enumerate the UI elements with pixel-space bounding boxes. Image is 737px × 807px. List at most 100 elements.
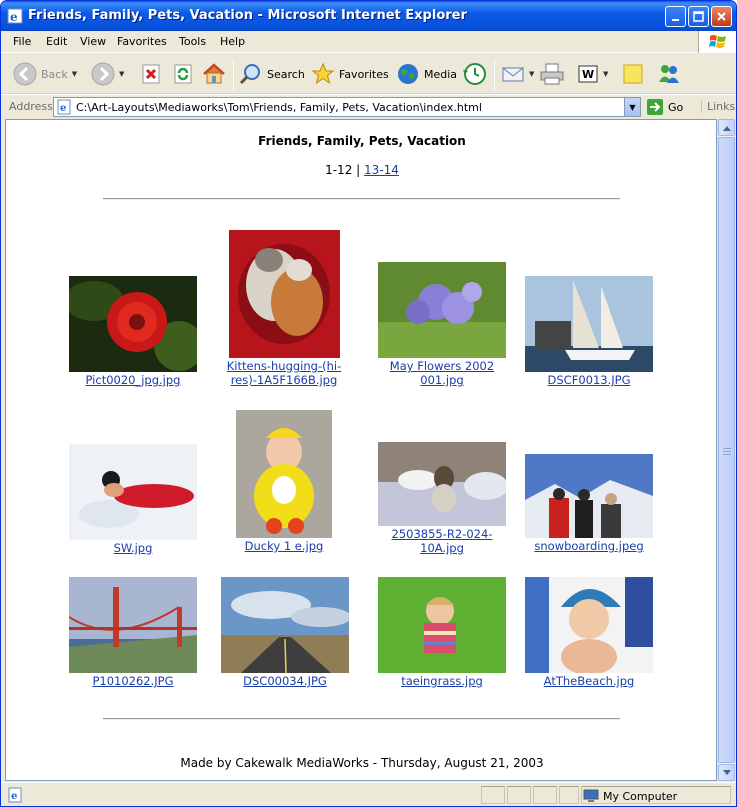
thumbnail-caption[interactable]: SW.jpg: [114, 541, 153, 555]
pager-separator: |: [356, 163, 361, 177]
edit-dropdown-icon[interactable]: ▼: [603, 70, 608, 78]
pager-current: 1-12: [325, 163, 353, 177]
forward-dropdown-icon[interactable]: ▼: [119, 70, 124, 78]
thumbnail-image[interactable]: [221, 577, 349, 673]
thumbnail-image[interactable]: [69, 276, 197, 372]
thumbnail-image[interactable]: [378, 262, 506, 358]
pagination: 1-12 | 13-14: [6, 163, 716, 177]
thumbnail-caption[interactable]: DSCF0013.JPG: [548, 373, 631, 387]
home-icon: [203, 63, 225, 84]
gallery-item: taeingrass.jpg: [372, 577, 512, 688]
thumbnail-caption[interactable]: P1010262.JPG: [92, 674, 173, 688]
forward-button[interactable]: ▼: [91, 60, 124, 88]
gallery-item: snowboarding.jpeg: [525, 454, 653, 553]
mail-dropdown-icon[interactable]: ▼: [529, 70, 534, 78]
address-input[interactable]: e C:\Art-Layouts\Mediaworks\Tom\Friends,…: [53, 97, 641, 117]
refresh-button[interactable]: [172, 60, 194, 88]
thumbnail-caption[interactable]: Ducky 1 e.jpg: [245, 539, 324, 553]
bottom-divider: [103, 718, 620, 720]
address-dropdown-icon[interactable]: ▼: [624, 98, 640, 116]
thumbnail-image[interactable]: [69, 444, 197, 540]
thumbnail-image[interactable]: [525, 454, 653, 538]
menu-view[interactable]: View: [80, 35, 106, 48]
scroll-up-arrow-icon: [722, 125, 731, 131]
gallery-item: Ducky 1 e.jpg: [228, 410, 340, 553]
thumbnail-caption[interactable]: 2503855-R2-024-10A.jpg: [372, 527, 512, 555]
scroll-up-button[interactable]: [718, 119, 735, 136]
window-title: Friends, Family, Pets, Vacation - Micros…: [28, 8, 467, 23]
word-edit-icon: W: [578, 65, 598, 83]
menu-edit[interactable]: Edit: [46, 35, 67, 48]
scroll-down-button[interactable]: [718, 764, 735, 781]
thumbnail-caption[interactable]: DSC00034.JPG: [243, 674, 327, 688]
thumbnail-caption[interactable]: May Flowers 2002 001.jpg: [372, 359, 512, 387]
thumbnail-image[interactable]: [525, 276, 653, 372]
pager-next-link[interactable]: 13-14: [364, 163, 399, 177]
grip-line: [723, 451, 731, 452]
media-button[interactable]: Media: [396, 60, 457, 88]
gallery-item: AtTheBeach.jpg: [525, 577, 653, 688]
messenger-button[interactable]: [656, 60, 682, 88]
menu-bar: File Edit View Favorites Tools Help: [1, 31, 736, 53]
ie-logo-icon: e: [7, 8, 23, 24]
edit-word-button[interactable]: W ▼: [577, 60, 608, 88]
links-toolbar[interactable]: Links: [701, 100, 735, 113]
messenger-people-icon: [659, 65, 679, 83]
gallery-item: DSC00034.JPG: [221, 577, 349, 688]
close-icon: [717, 12, 726, 21]
gallery-item: Kittens-hugging-(hi-res)-1A5F166B.jpg: [206, 230, 362, 387]
menu-help[interactable]: Help: [220, 35, 245, 48]
zone-label: My Computer: [603, 789, 678, 803]
page-document-icon: e: [57, 99, 71, 115]
note-icon: [623, 64, 643, 84]
gallery-item: 2503855-R2-024-10A.jpg: [372, 442, 512, 555]
minimize-button[interactable]: [665, 6, 686, 27]
scroll-thumb[interactable]: [718, 137, 735, 763]
media-globe-icon: [398, 64, 418, 84]
back-arrow-icon: [13, 62, 37, 86]
search-button[interactable]: Search: [239, 60, 305, 88]
thumbnail-image[interactable]: [378, 577, 506, 673]
gallery-item: P1010262.JPG: [69, 577, 197, 688]
mail-button[interactable]: ▼: [501, 60, 534, 88]
thumbnail-image[interactable]: [69, 577, 197, 673]
grip-line: [723, 448, 731, 449]
thumbnail-image[interactable]: [525, 577, 653, 673]
thumbnail-caption[interactable]: AtTheBeach.jpg: [544, 674, 635, 688]
menu-tools[interactable]: Tools: [179, 35, 206, 48]
thumbnail-caption[interactable]: Kittens-hugging-(hi-res)-1A5F166B.jpg: [206, 359, 362, 387]
thumbnail-image[interactable]: [378, 442, 506, 526]
discuss-button[interactable]: [621, 60, 645, 88]
favorites-button[interactable]: Favorites: [311, 60, 389, 88]
maximize-button[interactable]: [688, 6, 709, 27]
thumbnail-image[interactable]: [228, 230, 340, 358]
status-cell: [533, 786, 557, 804]
thumbnail-caption[interactable]: Pict0020_jpg.jpg: [86, 373, 181, 387]
thumbnail-caption[interactable]: taeingrass.jpg: [401, 674, 483, 688]
windows-logo: [698, 31, 736, 53]
favorites-label: Favorites: [339, 67, 389, 81]
history-button[interactable]: [462, 60, 488, 88]
go-button[interactable]: Go: [646, 98, 683, 116]
home-button[interactable]: [202, 60, 226, 88]
go-arrow-icon: [647, 99, 663, 115]
mail-envelope-icon: [502, 67, 524, 82]
title-bar: e Friends, Family, Pets, Vacation - Micr…: [1, 1, 736, 31]
thumbnail-caption[interactable]: snowboarding.jpeg: [534, 539, 643, 553]
scroll-down-arrow-icon: [722, 769, 731, 775]
menu-favorites[interactable]: Favorites: [117, 35, 167, 48]
vertical-scrollbar[interactable]: [717, 119, 735, 781]
print-button[interactable]: [539, 60, 565, 88]
back-button[interactable]: Back ▼: [13, 60, 77, 88]
status-cell: [559, 786, 579, 804]
close-button[interactable]: [711, 6, 732, 27]
svg-text:e: e: [10, 10, 18, 24]
menu-file[interactable]: File: [13, 35, 31, 48]
thumbnail-image[interactable]: [236, 410, 332, 538]
stop-button[interactable]: [140, 60, 162, 88]
minimize-icon: [671, 18, 679, 21]
media-label: Media: [424, 67, 458, 81]
history-icon: [463, 63, 486, 85]
search-label: Search: [267, 67, 305, 81]
back-dropdown-icon[interactable]: ▼: [72, 70, 77, 78]
